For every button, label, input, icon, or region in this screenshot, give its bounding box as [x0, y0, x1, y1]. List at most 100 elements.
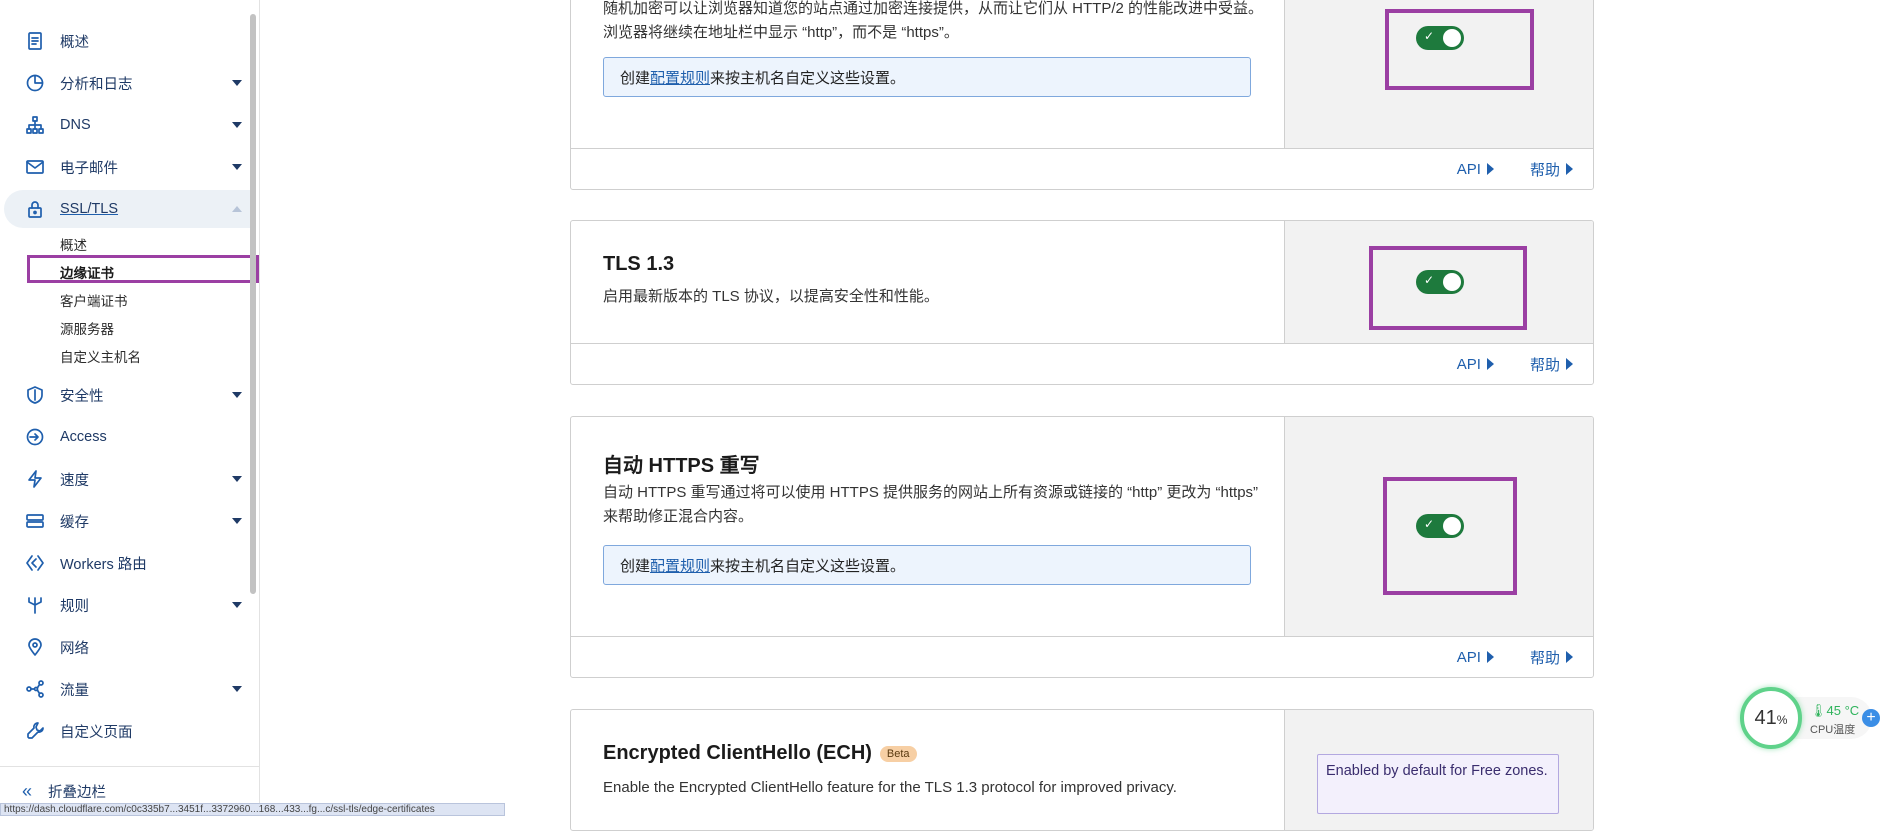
rule-suffix: 来按主机名自定义这些设置。 — [710, 69, 906, 87]
highlight-box — [1385, 9, 1534, 90]
check-icon: ✓ — [1424, 29, 1435, 43]
caret-right-icon — [1486, 358, 1494, 370]
cache-icon — [24, 510, 46, 532]
sidebar-item-label: 自定义页面 — [60, 724, 133, 741]
chevron-up-icon — [232, 206, 242, 212]
card-footer: API 帮助 — [571, 636, 1593, 677]
sidebar-item-network[interactable]: 网络 — [4, 628, 250, 666]
tls13-toggle[interactable]: ✓ — [1416, 270, 1464, 294]
sidebar-subitem-client-certificates[interactable]: 客户端证书 — [60, 289, 128, 311]
card-automatic-https-rewrites: 自动 HTTPS 重写 自动 HTTPS 重写通过将可以使用 HTTPS 提供服… — [570, 416, 1594, 678]
rule-prefix: 创建 — [620, 69, 651, 87]
rule-suffix: 来按主机名自定义这些设置。 — [710, 557, 906, 575]
beta-badge: Beta — [879, 745, 917, 762]
status-bar-url: https://dash.cloudflare.com/c0c335b7...3… — [0, 803, 505, 816]
help-link[interactable]: 帮助 — [1530, 354, 1573, 375]
sidebar-item-email[interactable]: 电子邮件 — [4, 148, 250, 186]
info-note: Enabled by default for Free zones. — [1317, 754, 1559, 814]
api-link[interactable]: API — [1457, 356, 1494, 373]
sidebar-item-access[interactable]: Access — [4, 418, 250, 456]
caret-right-icon — [1486, 651, 1494, 663]
sidebar-item-traffic[interactable]: 流量 — [4, 670, 250, 708]
sidebar-scrollbar[interactable] — [250, 14, 256, 594]
caret-right-icon — [1566, 163, 1573, 175]
card-description: 启用最新版本的 TLS 协议，以提高安全性和性能。 — [603, 288, 939, 305]
sidebar-item-workers-routes[interactable]: Workers 路由 — [4, 544, 250, 582]
sidebar-item-cache[interactable]: 缓存 — [4, 502, 250, 540]
sidebar-item-label: 分析和日志 — [60, 76, 133, 93]
chevron-down-icon — [232, 686, 242, 692]
sidebar-item-analytics[interactable]: 分析和日志 — [4, 64, 250, 102]
chart-pie-icon — [24, 72, 46, 94]
check-icon: ✓ — [1424, 517, 1435, 531]
api-link[interactable]: API — [1457, 649, 1494, 666]
card-opportunistic-encryption: 随机加密可以让浏览器知道您的站点通过加密连接提供，从而让它们从 HTTP/2 的… — [570, 0, 1594, 190]
sidebar-item-ssl-tls[interactable]: SSL/TLS — [4, 190, 250, 228]
help-link[interactable]: 帮助 — [1530, 159, 1573, 180]
plus-icon[interactable]: + — [1862, 709, 1880, 727]
sidebar-item-overview[interactable]: 概述 — [4, 22, 250, 60]
check-icon: ✓ — [1424, 273, 1435, 287]
sidebar: 概述 分析和日志 DNS 电子邮件 SSL/TLS 概述 边缘证书 客户端证书 … — [0, 0, 260, 814]
opportunistic-encryption-toggle[interactable]: ✓ — [1416, 26, 1464, 50]
collapse-sidebar-label: 折叠边栏 — [48, 784, 107, 801]
card-description: Enable the Encrypted ClientHello feature… — [603, 779, 1177, 796]
config-rule-banner: 创建 配置规则 来按主机名自定义这些设置。 — [603, 57, 1251, 97]
sidebar-item-speed[interactable]: 速度 — [4, 460, 250, 498]
api-link[interactable]: API — [1457, 161, 1494, 178]
sidebar-item-label: Workers 路由 — [60, 556, 147, 573]
card-tls13: TLS 1.3 启用最新版本的 TLS 协议，以提高安全性和性能。 ✓ API … — [570, 220, 1594, 385]
lightning-icon — [24, 468, 46, 490]
cpu-percent: 41 — [1754, 706, 1777, 729]
sidebar-item-label: DNS — [60, 117, 91, 133]
sidebar-item-custom-pages[interactable]: 自定义页面 — [4, 712, 250, 750]
config-rule-banner: 创建 配置规则 来按主机名自定义这些设置。 — [603, 545, 1251, 585]
card-control-panel: ✓ — [1284, 0, 1593, 148]
sidebar-item-label: Access — [60, 429, 107, 445]
document-icon — [24, 30, 46, 52]
network-icon — [24, 114, 46, 136]
card-footer: API 帮助 — [571, 148, 1593, 189]
help-link[interactable]: 帮助 — [1530, 647, 1573, 668]
shield-icon — [24, 384, 46, 406]
mail-icon — [24, 156, 46, 178]
chevron-down-icon — [232, 602, 242, 608]
access-icon — [24, 426, 46, 448]
highlight-box — [27, 255, 259, 283]
chevron-down-icon — [232, 122, 242, 128]
sidebar-item-label: 流量 — [60, 682, 89, 699]
automatic-https-rewrites-toggle[interactable]: ✓ — [1416, 514, 1464, 538]
sidebar-item-security[interactable]: 安全性 — [4, 376, 250, 414]
cpu-temperature-label: CPU温度 — [1810, 724, 1856, 736]
config-rule-link[interactable]: 配置规则 — [650, 67, 710, 88]
sidebar-subitem-overview[interactable]: 概述 — [60, 233, 87, 255]
card-control-panel: ✓ — [1284, 417, 1593, 636]
cpu-monitor-widget[interactable]: 41% 🌡45 °C CPU温度 + — [1740, 687, 1885, 751]
cpu-temperature: 🌡45 °C — [1810, 703, 1860, 718]
rules-icon — [24, 594, 46, 616]
sidebar-subitem-origin-server[interactable]: 源服务器 — [60, 317, 114, 339]
sidebar-item-rules[interactable]: 规则 — [4, 586, 250, 624]
cpu-usage-ring: 41% — [1740, 687, 1802, 749]
sidebar-item-label: SSL/TLS — [60, 201, 119, 217]
sidebar-item-label: 概述 — [60, 34, 89, 51]
config-rule-link[interactable]: 配置规则 — [650, 555, 710, 576]
sidebar-item-label: 速度 — [60, 472, 89, 489]
rule-prefix: 创建 — [620, 557, 651, 575]
lock-icon — [24, 198, 46, 220]
location-icon — [24, 636, 46, 658]
card-control-panel: Enabled by default for Free zones. — [1284, 710, 1593, 830]
caret-right-icon — [1566, 651, 1573, 663]
sidebar-item-label: 安全性 — [60, 388, 104, 405]
card-footer: API 帮助 — [571, 343, 1593, 384]
sidebar-item-label: 电子邮件 — [60, 160, 118, 177]
double-chevron-left-icon: « — [22, 780, 33, 801]
caret-right-icon — [1486, 163, 1494, 175]
workers-icon — [24, 552, 46, 574]
card-control-panel: ✓ — [1284, 221, 1593, 343]
chevron-down-icon — [232, 392, 242, 398]
sidebar-subitem-custom-hostnames[interactable]: 自定义主机名 — [60, 345, 141, 367]
card-title: 自动 HTTPS 重写 — [603, 455, 760, 477]
sidebar-item-dns[interactable]: DNS — [4, 106, 250, 144]
card-description: 自动 HTTPS 重写通过将可以使用 HTTPS 提供服务的网站上所有资源或链接… — [603, 484, 1259, 525]
